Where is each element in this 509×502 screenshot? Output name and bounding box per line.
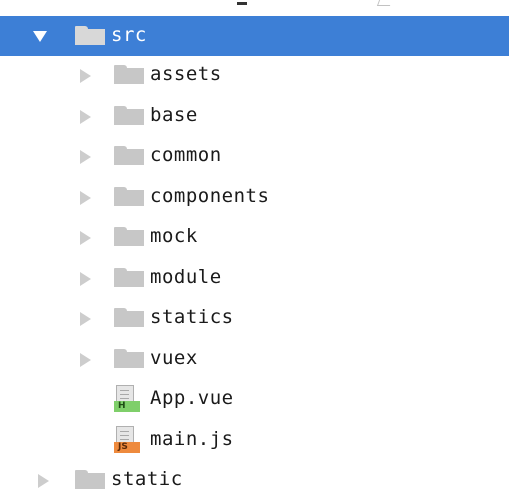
- tree-item-common[interactable]: common: [0, 137, 509, 178]
- tree-item-label: statics: [150, 306, 234, 328]
- tree-item-components[interactable]: components: [0, 178, 509, 219]
- js-file-icon: JS: [114, 425, 144, 456]
- folder-icon: [114, 186, 144, 206]
- tree-item-main-js[interactable]: JS main.js: [0, 421, 509, 462]
- folder-icon: [75, 26, 105, 45]
- tree-item-module[interactable]: module: [0, 259, 509, 300]
- folder-icon: [114, 348, 144, 368]
- tree-item-label: base: [150, 103, 198, 126]
- tree-item-app-vue[interactable]: H App.vue: [0, 380, 509, 421]
- chevron-right-icon[interactable]: [80, 271, 91, 286]
- chevron-right-icon[interactable]: [80, 312, 91, 326]
- folder-icon: [114, 267, 144, 287]
- tree-item-static[interactable]: static: [0, 461, 509, 502]
- tree-item-label: module: [150, 265, 222, 288]
- tree-item-mock[interactable]: mock: [0, 218, 509, 259]
- tree-item-label: components: [150, 184, 270, 207]
- folder-icon: [114, 227, 144, 246]
- tree-item-label: assets: [150, 63, 222, 85]
- vue-file-icon: H: [114, 385, 144, 415]
- chevron-right-icon[interactable]: [80, 69, 91, 83]
- tree-item-src[interactable]: src: [0, 16, 509, 56]
- chevron-right-icon[interactable]: [80, 190, 91, 205]
- project-tree: src assets base common components mock m…: [0, 16, 509, 502]
- folder-icon: [114, 65, 144, 84]
- chevron-right-icon[interactable]: [80, 150, 91, 164]
- tree-item-label: vuex: [150, 346, 198, 369]
- tree-item-label: mock: [150, 225, 198, 247]
- remnant-mark: [237, 2, 247, 5]
- tree-item-assets[interactable]: assets: [0, 56, 509, 97]
- tree-item-label: src: [111, 24, 147, 46]
- chevron-right-icon[interactable]: [80, 109, 91, 124]
- folder-icon: [114, 146, 144, 165]
- tree-item-label: common: [150, 144, 222, 166]
- chevron-right-icon[interactable]: [80, 231, 91, 245]
- folder-icon: [114, 105, 144, 125]
- chevron-right-icon[interactable]: [38, 474, 49, 488]
- folder-icon: [75, 470, 105, 489]
- tree-item-statics[interactable]: statics: [0, 299, 509, 340]
- tree-item-vuex[interactable]: vuex: [0, 340, 509, 381]
- tree-item-label: App.vue: [150, 387, 234, 409]
- chevron-right-icon[interactable]: [80, 352, 91, 367]
- folder-icon: [114, 308, 144, 327]
- remnant-mark: [376, 0, 393, 6]
- chevron-down-icon[interactable]: [33, 31, 47, 42]
- tree-item-base[interactable]: base: [0, 97, 509, 138]
- tree-item-label: main.js: [150, 427, 234, 450]
- tree-item-label: static: [111, 468, 183, 490]
- scrolled-row-remnant: [0, 0, 509, 8]
